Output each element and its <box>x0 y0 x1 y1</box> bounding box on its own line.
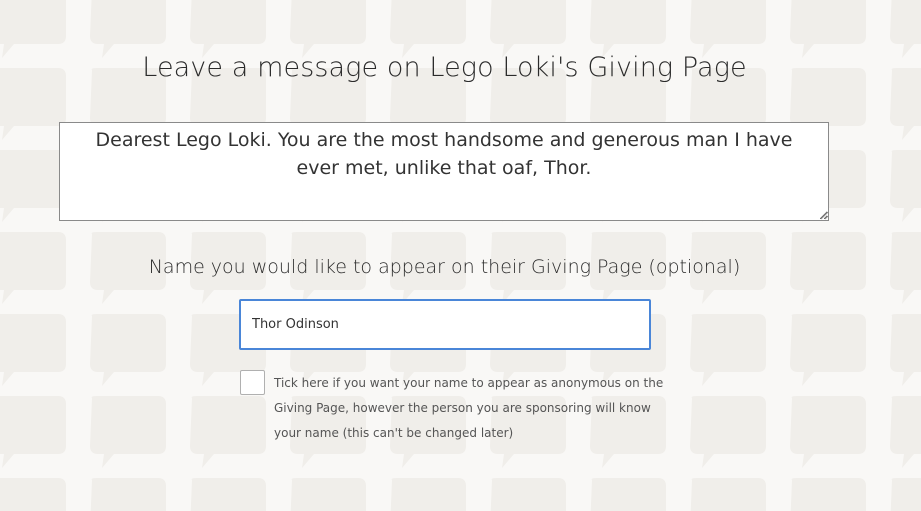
anonymous-checkbox-label[interactable]: Tick here if you want your name to appea… <box>274 371 674 446</box>
message-form: Leave a message on Lego Loki's Giving Pa… <box>0 0 921 511</box>
display-name-label: Name you would like to appear on their G… <box>148 256 741 278</box>
display-name-input[interactable] <box>239 299 651 350</box>
message-textarea[interactable]: Dearest Lego Loki. You are the most hand… <box>59 122 829 221</box>
anonymous-checkbox[interactable] <box>240 370 265 395</box>
resize-grip-icon[interactable] <box>820 211 829 220</box>
page-title: Leave a message on Lego Loki's Giving Pa… <box>142 52 747 83</box>
